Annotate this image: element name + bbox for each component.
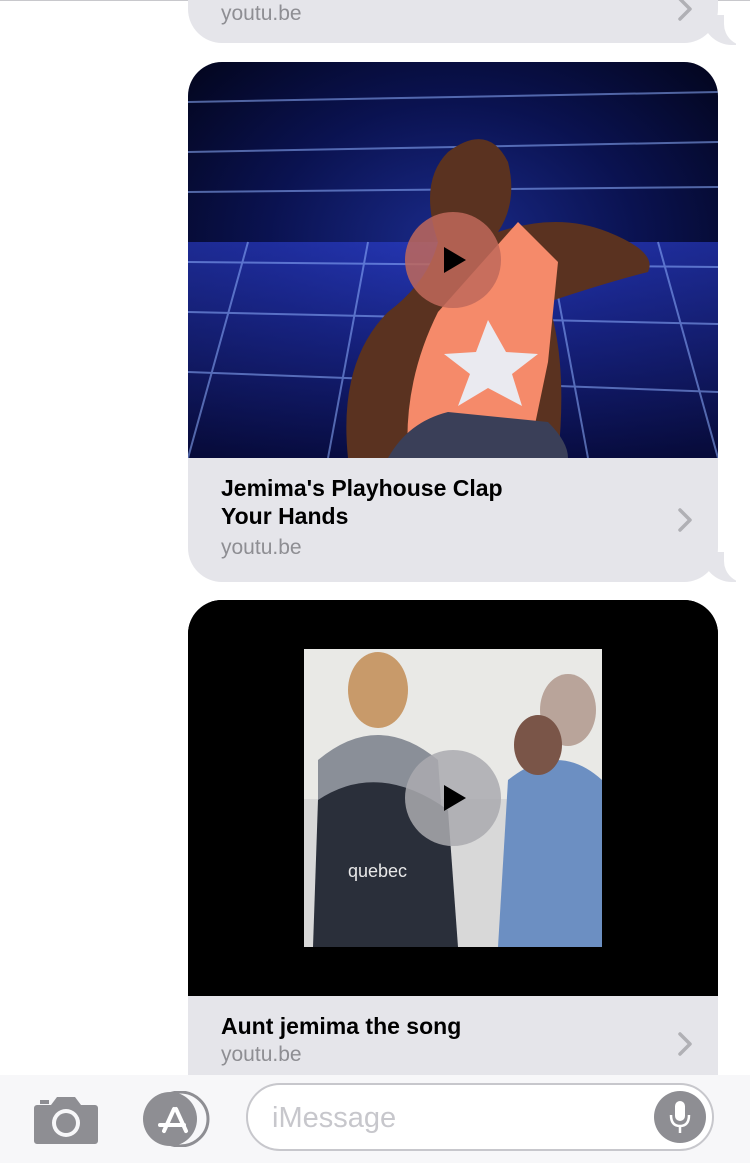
- play-button[interactable]: [405, 212, 501, 308]
- svg-text:quebec: quebec: [348, 861, 407, 881]
- chevron-right-icon: [678, 508, 692, 532]
- link-title: Jemima's Playhouse Clap Your Hands: [221, 475, 503, 529]
- app-store-button[interactable]: [140, 1090, 212, 1148]
- link-caption: Aunt jemima the song youtu.be: [188, 996, 718, 1070]
- play-button[interactable]: [405, 750, 501, 846]
- link-preview-bubble-3[interactable]: quebec Aunt jemima the song youtu.be: [188, 600, 718, 1075]
- chevron-right-icon: [678, 1032, 692, 1056]
- chevron-right-icon: [678, 0, 692, 21]
- play-icon: [444, 247, 466, 273]
- message-input[interactable]: iMessage: [246, 1083, 714, 1151]
- link-preview-bubble-1[interactable]: youtu.be: [188, 0, 718, 43]
- microphone-button[interactable]: [654, 1091, 706, 1143]
- camera-icon: [34, 1097, 98, 1144]
- compose-bar: iMessage: [0, 1075, 750, 1163]
- link-title: Aunt jemima the song: [221, 1013, 462, 1039]
- link-domain: youtu.be: [221, 1043, 302, 1066]
- camera-button[interactable]: [33, 1093, 99, 1145]
- video-thumbnail[interactable]: quebec: [188, 600, 718, 996]
- play-icon: [444, 785, 466, 811]
- video-thumbnail[interactable]: [188, 62, 718, 458]
- app-store-icon: [143, 1090, 210, 1148]
- link-domain: youtu.be: [221, 536, 302, 559]
- link-preview-bubble-2[interactable]: Jemima's Playhouse Clap Your Hands youtu…: [188, 62, 718, 582]
- link-domain: youtu.be: [221, 2, 302, 25]
- microphone-icon: [669, 1101, 691, 1133]
- link-caption: Jemima's Playhouse Clap Your Hands youtu…: [188, 458, 718, 563]
- message-input-placeholder: iMessage: [272, 1102, 397, 1134]
